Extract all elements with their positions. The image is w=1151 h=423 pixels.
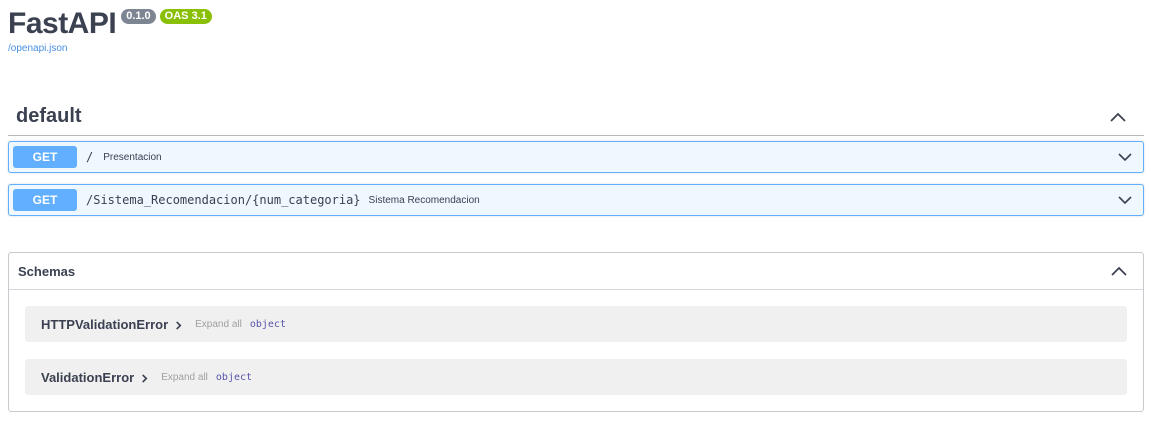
schemas-section: Schemas HTTPValidationError Expand all o… bbox=[8, 252, 1144, 412]
model-type: object bbox=[249, 318, 286, 330]
operation-path: /Sistema_Recomendacion/{num_categoria} bbox=[86, 193, 361, 207]
method-badge: GET bbox=[13, 189, 77, 211]
model-name[interactable]: ValidationError bbox=[41, 370, 134, 385]
operation-get-root[interactable]: GET / Presentacion bbox=[8, 141, 1144, 173]
model-type: object bbox=[215, 371, 253, 383]
chevron-up-icon[interactable] bbox=[1108, 107, 1128, 127]
version-badge: 0.1.0 bbox=[121, 9, 156, 24]
method-badge: GET bbox=[13, 146, 77, 168]
openapi-json-link[interactable]: /openapi.json bbox=[8, 43, 212, 54]
expand-all-link[interactable]: Expand all bbox=[195, 319, 242, 330]
info-header: FastAPI 0.1.0 OAS 3.1 /openapi.json bbox=[8, 6, 212, 54]
tag-name: default bbox=[16, 105, 82, 127]
chevron-right-icon[interactable] bbox=[174, 321, 183, 330]
oas-badge: OAS 3.1 bbox=[159, 9, 212, 24]
chevron-up-icon[interactable] bbox=[1109, 261, 1129, 281]
expand-all-link[interactable]: Expand all bbox=[161, 372, 208, 383]
operation-summary: Sistema Recomendacion bbox=[368, 194, 480, 206]
operation-summary: Presentacion bbox=[103, 151, 162, 163]
tag-section-default: default bbox=[8, 98, 1144, 136]
schema-model-validationerror[interactable]: ValidationError Expand all object bbox=[25, 359, 1127, 395]
operation-get-sistema-recomendacion[interactable]: GET /Sistema_Recomendacion/{num_categori… bbox=[8, 184, 1144, 216]
page-title: FastAPI bbox=[8, 7, 117, 40]
chevron-right-icon[interactable] bbox=[140, 374, 149, 383]
chevron-down-icon[interactable] bbox=[1117, 192, 1133, 208]
chevron-down-icon[interactable] bbox=[1117, 149, 1133, 165]
operation-path: / bbox=[86, 150, 94, 164]
schemas-header[interactable]: Schemas bbox=[9, 253, 1143, 290]
schema-model-httpvalidationerror[interactable]: HTTPValidationError Expand all object bbox=[25, 306, 1127, 342]
schemas-title: Schemas bbox=[18, 263, 76, 279]
model-name[interactable]: HTTPValidationError bbox=[41, 317, 168, 332]
tag-header-default[interactable]: default bbox=[8, 98, 1144, 136]
